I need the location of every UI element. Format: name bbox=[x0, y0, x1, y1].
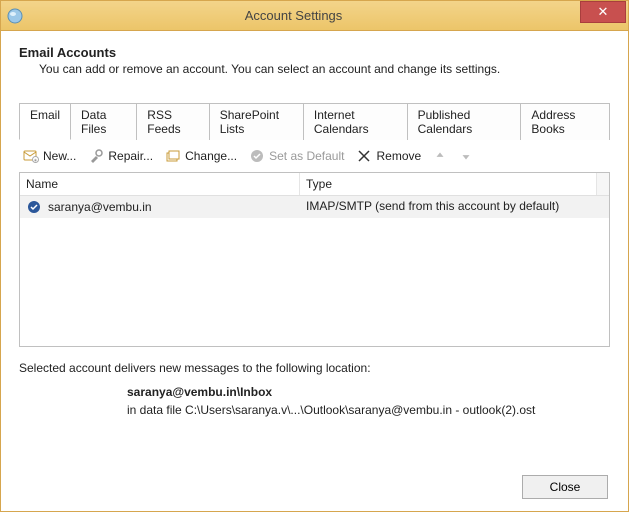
remove-icon bbox=[356, 148, 372, 164]
tab-sharepoint-lists[interactable]: SharePoint Lists bbox=[210, 103, 304, 140]
col-spacer bbox=[597, 173, 609, 195]
default-account-icon bbox=[26, 199, 42, 215]
accounts-list: Name Type saranya@vembu.in IMAP/SMTP (se… bbox=[19, 172, 610, 347]
tab-email[interactable]: Email bbox=[19, 103, 71, 140]
move-up-icon bbox=[433, 149, 447, 163]
row-type: IMAP/SMTP (send from this account by def… bbox=[300, 196, 609, 218]
window-title: Account Settings bbox=[7, 8, 580, 23]
change-icon bbox=[165, 148, 181, 164]
mail-new-icon: ✶ bbox=[23, 148, 39, 164]
tab-data-files[interactable]: Data Files bbox=[71, 103, 137, 140]
account-settings-window: Account Settings ✕ Email Accounts You ca… bbox=[0, 0, 629, 512]
delivery-path: in data file C:\Users\saranya.v\...\Outl… bbox=[127, 403, 610, 417]
close-button[interactable]: Close bbox=[522, 475, 608, 499]
list-header: Name Type bbox=[20, 173, 609, 196]
move-down-icon bbox=[459, 149, 473, 163]
check-circle-icon bbox=[249, 148, 265, 164]
new-button[interactable]: ✶ New... bbox=[23, 148, 76, 164]
tab-published-calendars[interactable]: Published Calendars bbox=[408, 103, 522, 140]
list-row[interactable]: saranya@vembu.in IMAP/SMTP (send from th… bbox=[20, 196, 609, 218]
repair-button[interactable]: Repair... bbox=[88, 148, 153, 164]
col-type[interactable]: Type bbox=[300, 173, 597, 195]
page-subtitle: You can add or remove an account. You ca… bbox=[39, 62, 610, 76]
content-area: Email Accounts You can add or remove an … bbox=[1, 31, 628, 511]
window-close-button[interactable]: ✕ bbox=[580, 1, 626, 23]
svg-text:✶: ✶ bbox=[33, 158, 37, 164]
titlebar: Account Settings ✕ bbox=[1, 1, 628, 31]
row-name: saranya@vembu.in bbox=[48, 200, 152, 214]
dialog-footer: Close bbox=[522, 475, 608, 499]
change-button[interactable]: Change... bbox=[165, 148, 237, 164]
row-name-cell: saranya@vembu.in bbox=[20, 196, 300, 218]
delivery-info: Selected account delivers new messages t… bbox=[19, 361, 610, 417]
col-name[interactable]: Name bbox=[20, 173, 300, 195]
set-default-button: Set as Default bbox=[249, 148, 344, 164]
tab-strip: Email Data Files RSS Feeds SharePoint Li… bbox=[19, 102, 610, 140]
delivery-intro: Selected account delivers new messages t… bbox=[19, 361, 610, 375]
remove-button[interactable]: Remove bbox=[356, 148, 421, 164]
tab-internet-calendars[interactable]: Internet Calendars bbox=[304, 103, 408, 140]
tab-address-books[interactable]: Address Books bbox=[521, 103, 610, 140]
close-icon: ✕ bbox=[598, 4, 609, 20]
tab-rss-feeds[interactable]: RSS Feeds bbox=[137, 103, 209, 140]
toolbar: ✶ New... Repair... Change... S bbox=[19, 140, 610, 172]
page-title: Email Accounts bbox=[19, 45, 610, 60]
delivery-mailbox: saranya@vembu.in\Inbox bbox=[127, 385, 610, 399]
repair-icon bbox=[88, 148, 104, 164]
